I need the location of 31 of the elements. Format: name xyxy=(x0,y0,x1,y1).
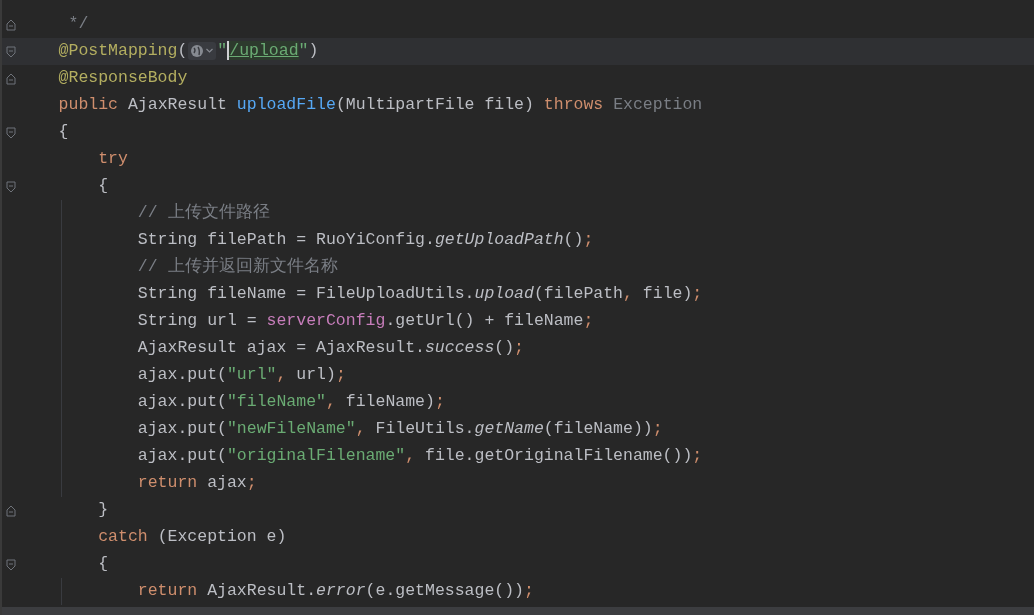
horizontal-scrollbar[interactable] xyxy=(2,607,1034,615)
code-line: return ajax; xyxy=(136,472,257,495)
fold-icon[interactable] xyxy=(5,126,16,139)
code-line: ajax.put("originalFilename", file.getOriginalFilename()); xyxy=(136,445,703,468)
code-line: */ xyxy=(67,13,89,36)
fold-icon[interactable] xyxy=(5,45,16,58)
code-line: String url = serverConfig.getUrl() + fileName; xyxy=(136,310,594,333)
code-line: return AjaxResult.error(e.getMessage()); xyxy=(136,580,534,603)
code-line: // 上传并返回新文件名称 xyxy=(136,256,338,279)
code-line: { xyxy=(57,121,69,144)
code-line: { xyxy=(97,553,109,576)
fold-icon[interactable] xyxy=(5,18,16,31)
fold-icon[interactable] xyxy=(5,72,16,85)
code-line: ajax.put("newFileName", FileUtils.getName(fileName)); xyxy=(136,418,663,441)
code-line: } xyxy=(97,499,109,522)
code-line: @ResponseBody xyxy=(57,67,188,90)
globe-dropdown-icon[interactable] xyxy=(188,41,217,60)
code-line: AjaxResult ajax = AjaxResult.success(); xyxy=(136,337,524,360)
fold-icon[interactable] xyxy=(5,180,16,193)
code-line: @PostMapping( "/upload") xyxy=(57,40,319,63)
fold-icon[interactable] xyxy=(5,504,16,517)
code-line: catch (Exception e) xyxy=(97,526,287,549)
code-line: ajax.put("fileName", fileName); xyxy=(136,391,445,414)
code-line: // 上传文件路径 xyxy=(136,202,270,225)
fold-icon[interactable] xyxy=(5,558,16,571)
code-line: String filePath = RuoYiConfig.getUploadPath(); xyxy=(136,229,594,252)
code-line: public AjaxResult uploadFile(MultipartFile file) throws Exception xyxy=(57,94,703,117)
code-line: { xyxy=(97,175,109,198)
code-line: ajax.put("url", url); xyxy=(136,364,346,387)
code-line: String fileName = FileUploadUtils.upload(filePath, file); xyxy=(136,283,703,306)
code-line: try xyxy=(97,148,128,171)
